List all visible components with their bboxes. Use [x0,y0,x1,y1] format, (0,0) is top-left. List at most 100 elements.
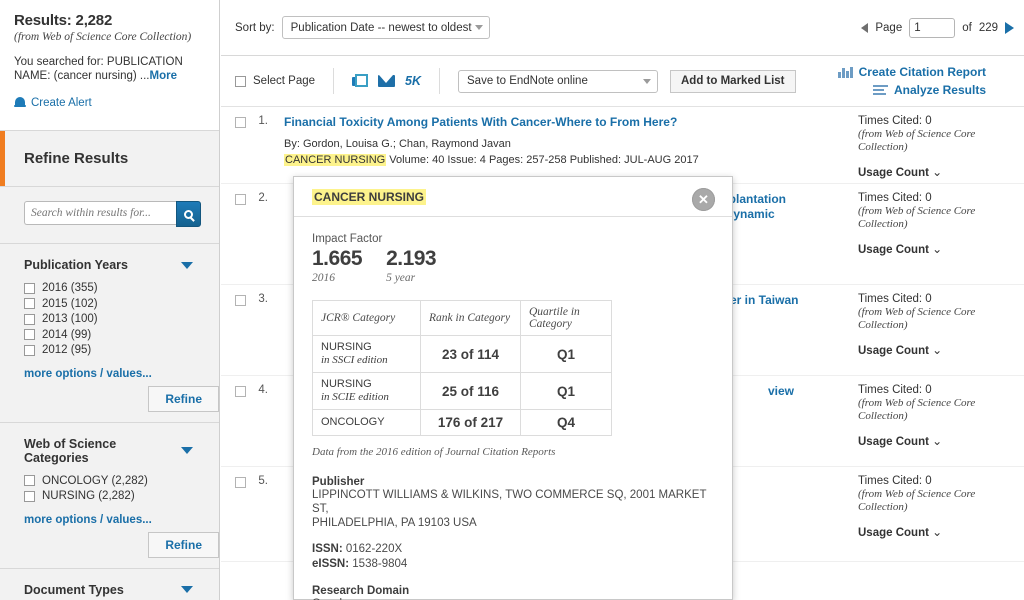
times-cited-source: (from Web of Science Core Collection) [858,306,976,331]
impact-factor-label: Impact Factor [312,233,383,245]
popup-header: CANCER NURSING ✕ [294,177,732,217]
divider [333,68,335,94]
refine-button[interactable]: Refine [148,385,219,412]
issn-section: ISSN: 0162-220X eISSN: 1538-9804 [312,542,714,572]
checkbox[interactable] [24,282,35,294]
result-title-link[interactable]: er in Taiwan [730,293,844,308]
eissn-row: eISSN: 1538-9804 [312,557,714,572]
checkbox[interactable] [24,490,35,502]
close-icon[interactable]: ✕ [692,188,715,211]
search-within-button[interactable] [176,201,201,227]
save-to-endnote-select[interactable]: Save to EndNote online [458,69,658,93]
page-label: Page [875,21,903,34]
usage-count-toggle[interactable]: Usage Count ⌄ [858,343,1014,357]
create-alert-link[interactable]: Create Alert [31,97,92,109]
facet-document-types: Document Types ARTICLE (1,827) MEETING A… [0,569,219,600]
table-row: ONCOLOGY 176 of 217 Q4 [312,409,612,436]
chevron-down-icon[interactable] [181,447,193,454]
usage-count-toggle[interactable]: Usage Count ⌄ [858,434,1014,448]
print-icon[interactable] [352,73,369,89]
times-cited-source: (from Web of Science Core Collection) [858,205,976,230]
cell-quartile: Q1 [520,372,612,410]
result-body: Financial Toxicity Among Patients With C… [278,115,844,175]
sidebar: Results: 2,282 (from Web of Science Core… [0,0,220,600]
facet-item[interactable]: 2012 (95) [24,344,209,356]
more-options-link[interactable]: more options / values... [24,514,152,526]
create-alert-row[interactable]: Create Alert [14,96,205,109]
result-metrics: Times Cited: 0 (from Web of Science Core… [844,192,1014,276]
more-export-options-label[interactable]: 5K [405,74,421,88]
usage-count-toggle[interactable]: Usage Count ⌄ [858,242,1014,256]
checkbox[interactable] [235,194,246,205]
result-number: 2. [258,192,268,204]
pagination: Page of 229 [861,17,1014,38]
facet-item[interactable]: 2013 (100) [24,313,209,325]
checkbox[interactable] [235,117,246,128]
column-header-quartile: Quartile in Category [520,300,612,336]
facet-item[interactable]: ONCOLOGY (2,282) [24,475,209,487]
analyze-results-link[interactable]: Analyze Results [872,83,986,97]
chevron-down-icon: ⌄ [932,242,943,256]
chevron-down-icon[interactable] [181,261,193,269]
email-icon[interactable] [378,75,396,87]
divider [439,68,440,94]
impact-factor-values: 1.665 2016 2.193 5 year [312,247,714,284]
checkbox[interactable] [235,477,246,488]
facet-header[interactable]: Document Types [24,583,209,597]
chevron-down-icon[interactable] [181,586,193,593]
facet-item[interactable]: 2014 (99) [24,329,209,341]
result-title-link[interactable]: Financial Toxicity Among Patients With C… [284,115,844,130]
create-citation-report-link[interactable]: Create Citation Report [838,65,986,79]
refine-button-wrap: Refine [24,531,219,558]
previous-page-icon[interactable] [861,22,869,33]
facet-item-label: NURSING (2,282) [42,490,135,502]
add-to-marked-list-button[interactable]: Add to Marked List [670,69,796,93]
impact-factor-5yr-value: 2.193 [386,247,437,270]
checkbox[interactable] [24,475,35,486]
facet-header[interactable]: Web of Science Categories [24,437,209,465]
facet-publication-years: Publication Years 2016 (355) 2015 (102) … [0,244,219,423]
times-cited-source: (from Web of Science Core Collection) [858,128,976,153]
facet-item[interactable]: 2016 (355) [24,282,209,294]
next-page-icon[interactable] [1005,21,1014,34]
cell-quartile: Q1 [520,335,612,373]
search-within-input[interactable] [24,201,176,225]
publisher-line-1: LIPPINCOTT WILLIAMS & WILKINS, TWO COMME… [312,489,707,515]
category-name: NURSING [321,341,372,353]
facet-item[interactable]: NURSING (2,282) [24,490,209,502]
page-number-input[interactable] [909,17,956,38]
checkbox[interactable] [24,329,35,340]
column-header-category: JCR® Category [312,300,421,336]
checkbox[interactable] [235,295,246,306]
facet-header[interactable]: Publication Years [24,258,209,272]
cell-quartile: Q4 [520,409,612,436]
usage-count-toggle[interactable]: Usage Count ⌄ [858,165,1014,179]
usage-count-toggle[interactable]: Usage Count ⌄ [858,525,1014,539]
issn-label: ISSN: [312,543,343,555]
checkbox[interactable] [24,313,35,325]
cell-category: ONCOLOGY [312,409,421,436]
publisher-label: Publisher [312,476,365,488]
facet-item[interactable]: 2015 (102) [24,298,209,310]
checkbox[interactable] [235,75,246,87]
sort-by-select[interactable]: Publication Date -- newest to oldest [281,16,490,39]
refine-button[interactable]: Refine [148,531,219,558]
research-domain-section: Research Domain Oncology Nursing [312,585,714,600]
result-title-link[interactable]: view [768,384,844,399]
checkbox[interactable] [24,298,35,309]
checkbox[interactable] [24,344,35,356]
refine-button-wrap: Refine [24,385,219,412]
searched-for-more-link[interactable]: More [149,70,176,82]
checkbox[interactable] [235,386,246,397]
facet-item-label: 2015 (102) [42,297,98,310]
times-cited: Times Cited: 0 [858,293,932,305]
create-citation-report-label: Create Citation Report [858,65,986,79]
more-options-link[interactable]: more options / values... [24,368,152,380]
sort-by-label: Sort by: [235,21,275,34]
impact-factor-5yr: 2.193 5 year [386,247,437,284]
times-cited: Times Cited: 0 [858,192,932,204]
select-page-control[interactable]: Select Page [235,75,315,87]
result-number: 5. [258,475,268,487]
chevron-down-icon: ⌄ [932,525,943,539]
result-metrics: Times Cited: 0 (from Web of Science Core… [844,475,1014,553]
